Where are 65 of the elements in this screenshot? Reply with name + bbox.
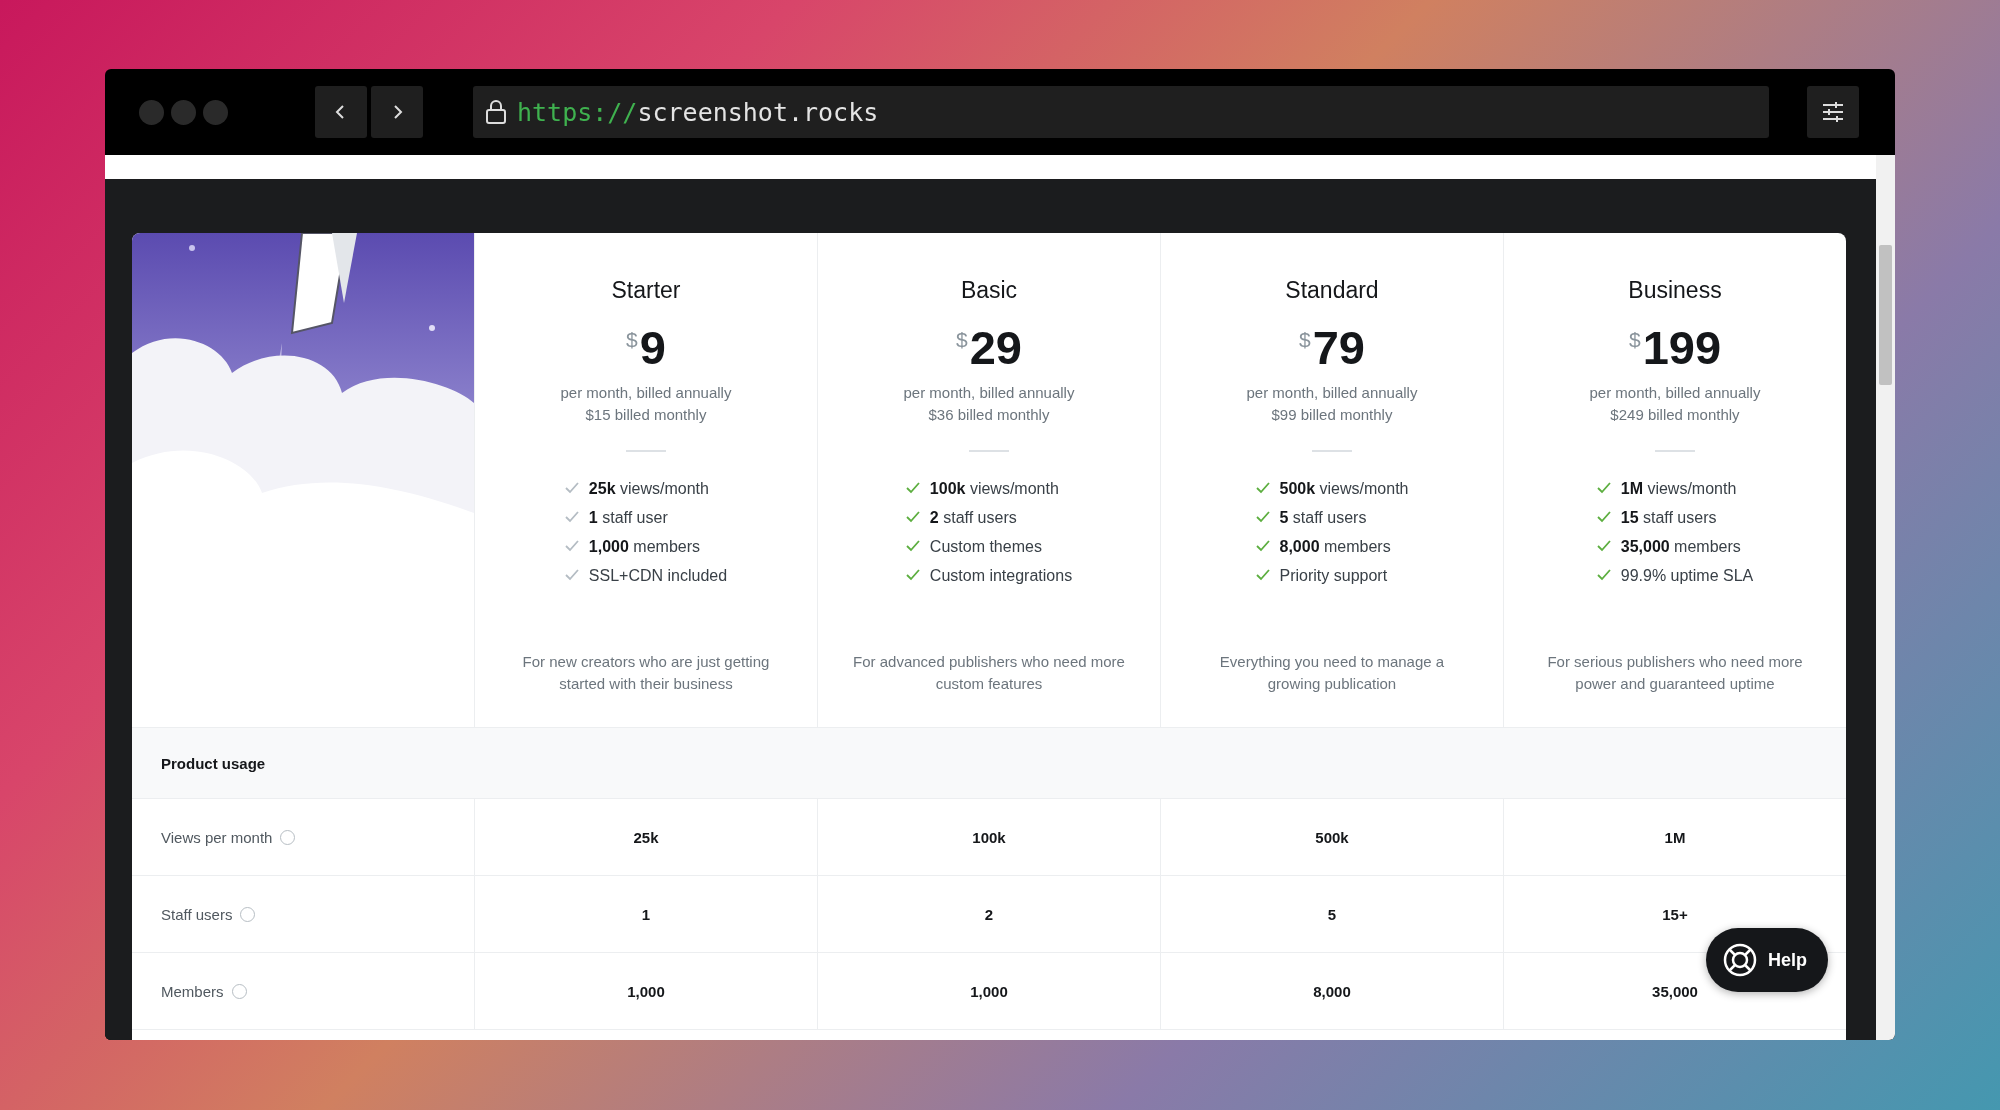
feature-text: 99.9% uptime SLA <box>1620 565 1754 586</box>
monthly-price: $99 billed monthly <box>1271 404 1393 425</box>
back-button[interactable] <box>315 86 367 138</box>
lifebuoy-icon <box>1722 942 1758 978</box>
section-heading: Product usage <box>161 754 266 772</box>
monthly-price: $36 billed monthly <box>928 404 1050 425</box>
address-bar[interactable]: https://screenshot.rocks <box>473 86 1769 138</box>
price: $79 <box>1299 322 1365 374</box>
sliders-icon <box>1821 101 1845 123</box>
feature-text: 15 staff users <box>1620 507 1717 528</box>
settings-button[interactable] <box>1807 86 1859 138</box>
plan-name: Business <box>1628 277 1722 304</box>
feature-text: 2 staff users <box>929 507 1017 528</box>
table-cell: 1,000 <box>627 982 665 1000</box>
billing-note: per month, billed annually <box>1246 382 1418 403</box>
plan-name: Standard <box>1285 277 1379 304</box>
url-text: https://screenshot.rocks <box>517 97 879 127</box>
lock-icon <box>485 99 507 125</box>
plan-name: Basic <box>960 277 1018 304</box>
table-cell: 15+ <box>1662 905 1688 923</box>
table-cell: 1 <box>641 905 651 923</box>
feature-text: 1,000 members <box>588 536 700 557</box>
plan-name: Starter <box>611 277 681 304</box>
table-cell: 2 <box>984 905 994 923</box>
table-cell: 1M <box>1664 828 1686 846</box>
feature-text: 100k views/month <box>929 478 1059 499</box>
plan-description: For advanced publishers who need more custom features <box>852 652 1126 694</box>
feature-text: Custom themes <box>929 536 1042 557</box>
billing-note: per month, billed annually <box>560 382 732 403</box>
feature-text: 8,000 members <box>1279 536 1391 557</box>
feature-text: 1 staff user <box>588 507 668 528</box>
price: $29 <box>956 322 1022 374</box>
help-button[interactable]: Help <box>1706 928 1828 992</box>
feature-text: Custom integrations <box>929 565 1073 586</box>
row-label: Members <box>161 982 224 1000</box>
table-cell: 25k <box>633 828 659 846</box>
window-dot[interactable] <box>139 99 164 125</box>
window-dot[interactable] <box>203 99 228 125</box>
table-cell: 35,000 <box>1652 982 1698 1000</box>
table-cell: 1,000 <box>970 982 1008 1000</box>
feature-text: 500k views/month <box>1279 478 1409 499</box>
table-cell: 8,000 <box>1313 982 1351 1000</box>
billing-note: per month, billed annually <box>1589 382 1761 403</box>
feature-text: SSL+CDN included <box>588 565 728 586</box>
feature-text: 5 staff users <box>1279 507 1367 528</box>
window-dot[interactable] <box>171 99 196 125</box>
monthly-price: $15 billed monthly <box>585 404 707 425</box>
billing-note: per month, billed annually <box>903 382 1075 403</box>
scrollbar-thumb[interactable] <box>1879 245 1892 385</box>
plan-description: For new creators who are just getting started with their business <box>521 652 771 694</box>
table-cell: 500k <box>1315 828 1349 846</box>
row-label: Staff users <box>161 905 233 923</box>
plan-description: For serious publishers who need more power and guaranteed uptime <box>1546 652 1804 694</box>
feature-text: 1M views/month <box>1620 478 1737 499</box>
price: $9 <box>626 322 666 374</box>
table-cell: 5 <box>1327 905 1337 923</box>
table-cell: 100k <box>972 828 1006 846</box>
plan-description: Everything you need to manage a growing publication <box>1218 652 1446 694</box>
monthly-price: $249 billed monthly <box>1610 404 1740 425</box>
feature-text: 25k views/month <box>588 478 709 499</box>
row-label: Views per month <box>161 828 273 846</box>
forward-button[interactable] <box>371 86 423 138</box>
feature-text: 35,000 members <box>1620 536 1741 557</box>
feature-text: Priority support <box>1279 565 1388 586</box>
price: $199 <box>1628 322 1722 374</box>
